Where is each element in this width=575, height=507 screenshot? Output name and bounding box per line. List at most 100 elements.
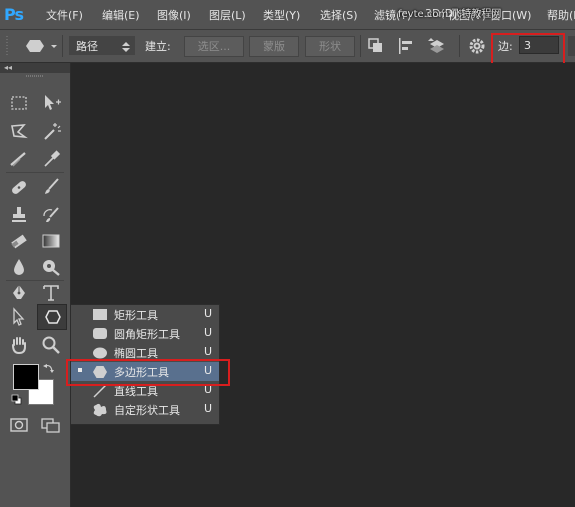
dodge-icon: [43, 260, 60, 276]
menu-bar: Ps 文件(F) 编辑(E) 图像(I) 图层(L) 类型(Y) 选择(S) 滤…: [0, 0, 575, 30]
mode-select[interactable]: 路径: [69, 36, 135, 55]
swap-colors-button[interactable]: [43, 362, 55, 374]
rounded-rectangle-icon: [93, 328, 107, 339]
flyout-item-shortcut: U: [204, 326, 213, 339]
bandage-icon: [12, 181, 26, 194]
type-icon: [43, 285, 59, 301]
path-selection-icon: [13, 307, 25, 326]
crop-tool[interactable]: [8, 148, 32, 170]
polygon-preset-icon: [26, 40, 57, 52]
polygon-icon: [45, 310, 61, 324]
hand-icon: [12, 337, 26, 355]
path-operations-button[interactable]: [366, 36, 386, 56]
swap-arrows-icon: [43, 364, 54, 373]
path-arrangement-button[interactable]: [427, 36, 447, 56]
droplet-icon: [14, 259, 24, 275]
eyedropper-tool[interactable]: [40, 148, 64, 170]
flyout-item-rounded-rectangle[interactable]: 圆角矩形工具 U: [71, 324, 219, 343]
move-icon: [45, 95, 61, 110]
screen-mode-icon: [41, 418, 60, 433]
separator: [459, 35, 460, 57]
default-colors-icon: [11, 394, 22, 405]
lasso-tool[interactable]: [8, 120, 32, 142]
marquee-icon: [11, 96, 27, 110]
separator: [62, 35, 63, 57]
make-mask-button[interactable]: 蒙版: [249, 36, 299, 57]
foreground-color-swatch[interactable]: [13, 364, 39, 390]
flyout-item-label: 圆角矩形工具: [114, 328, 180, 341]
path-selection-tool[interactable]: [8, 306, 32, 328]
magic-wand-icon: [44, 123, 61, 140]
brush-icon: [45, 178, 59, 194]
flyout-item-label: 矩形工具: [114, 309, 158, 322]
move-tool[interactable]: [40, 92, 64, 114]
geometry-options-button[interactable]: [467, 36, 487, 56]
path-operations-icon: [368, 38, 382, 52]
flyout-item-custom-shape[interactable]: 自定形状工具 U: [71, 400, 219, 419]
quick-mask-icon: [10, 418, 28, 432]
rectangle-icon: [93, 309, 107, 320]
flyout-item-shortcut: U: [204, 402, 213, 415]
path-alignment-button[interactable]: [396, 36, 416, 56]
shape-tool-active[interactable]: [37, 304, 67, 330]
toolbox-divider: [6, 172, 64, 173]
separator: [360, 35, 361, 57]
clone-stamp-tool[interactable]: [8, 204, 32, 226]
gradient-icon: [42, 234, 60, 248]
marquee-tool[interactable]: [8, 92, 32, 114]
make-selection-button[interactable]: 选区...: [184, 36, 244, 57]
history-brush-tool[interactable]: [40, 204, 64, 226]
menu-layer[interactable]: 图层(L): [209, 7, 246, 23]
flyout-item-rectangle[interactable]: 矩形工具 U: [71, 305, 219, 324]
brush-tool[interactable]: [40, 176, 64, 198]
gradient-tool[interactable]: [40, 230, 64, 252]
gear-icon: [469, 38, 485, 54]
menu-select[interactable]: 选择(S): [320, 7, 358, 23]
zoom-icon: [42, 336, 60, 354]
lasso-icon: [11, 124, 28, 139]
tool-preset-picker[interactable]: [18, 36, 58, 56]
path-arrangement-icon: [428, 38, 444, 53]
toolbox-grip[interactable]: [26, 75, 44, 77]
magic-wand-tool[interactable]: [40, 120, 64, 142]
updown-chevron-icon: [122, 42, 130, 52]
eraser-tool[interactable]: [8, 230, 32, 252]
menu-type[interactable]: 类型(Y): [263, 7, 300, 23]
healing-brush-tool[interactable]: [8, 176, 32, 198]
type-tool[interactable]: [40, 282, 64, 304]
quick-mask-button[interactable]: [8, 414, 32, 436]
make-shape-button[interactable]: 形状: [305, 36, 355, 57]
eyedropper-icon: [44, 150, 61, 167]
menu-file[interactable]: 文件(F): [46, 7, 83, 23]
options-bar-edge: [568, 36, 575, 56]
options-grip[interactable]: [6, 36, 8, 56]
default-colors-button[interactable]: [11, 394, 23, 406]
flyout-item-label: 自定形状工具: [114, 404, 180, 417]
toolbox-collapse-button[interactable]: ◂◂: [0, 63, 70, 73]
pen-tool[interactable]: [8, 282, 32, 304]
watermark: fevte.com 飞特教程网: [398, 9, 502, 20]
crop-icon: [10, 152, 26, 167]
flyout-item-shortcut: U: [204, 345, 213, 358]
hand-tool[interactable]: [8, 334, 32, 356]
screen-mode-button[interactable]: [40, 414, 64, 436]
flyout-item-shortcut: U: [204, 307, 213, 320]
blur-tool[interactable]: [8, 256, 32, 278]
toolbox-divider: [6, 280, 64, 281]
zoom-tool[interactable]: [40, 334, 64, 356]
menu-image[interactable]: 图像(I): [157, 7, 191, 23]
ellipse-icon: [93, 347, 107, 359]
sides-highlight-box: [491, 33, 565, 66]
pen-icon: [13, 285, 25, 299]
eraser-icon: [11, 234, 27, 249]
make-label: 建立:: [145, 40, 171, 53]
photoshop-logo: Ps: [4, 5, 24, 24]
stamp-icon: [12, 207, 26, 222]
canvas-area[interactable]: [71, 63, 575, 507]
menu-edit[interactable]: 编辑(E): [102, 7, 140, 23]
custom-shape-icon: [93, 403, 107, 417]
polygon-highlight-box: [66, 359, 230, 386]
mode-select-value: 路径: [76, 40, 98, 53]
dodge-tool[interactable]: [40, 256, 64, 278]
history-brush-icon: [43, 207, 59, 222]
